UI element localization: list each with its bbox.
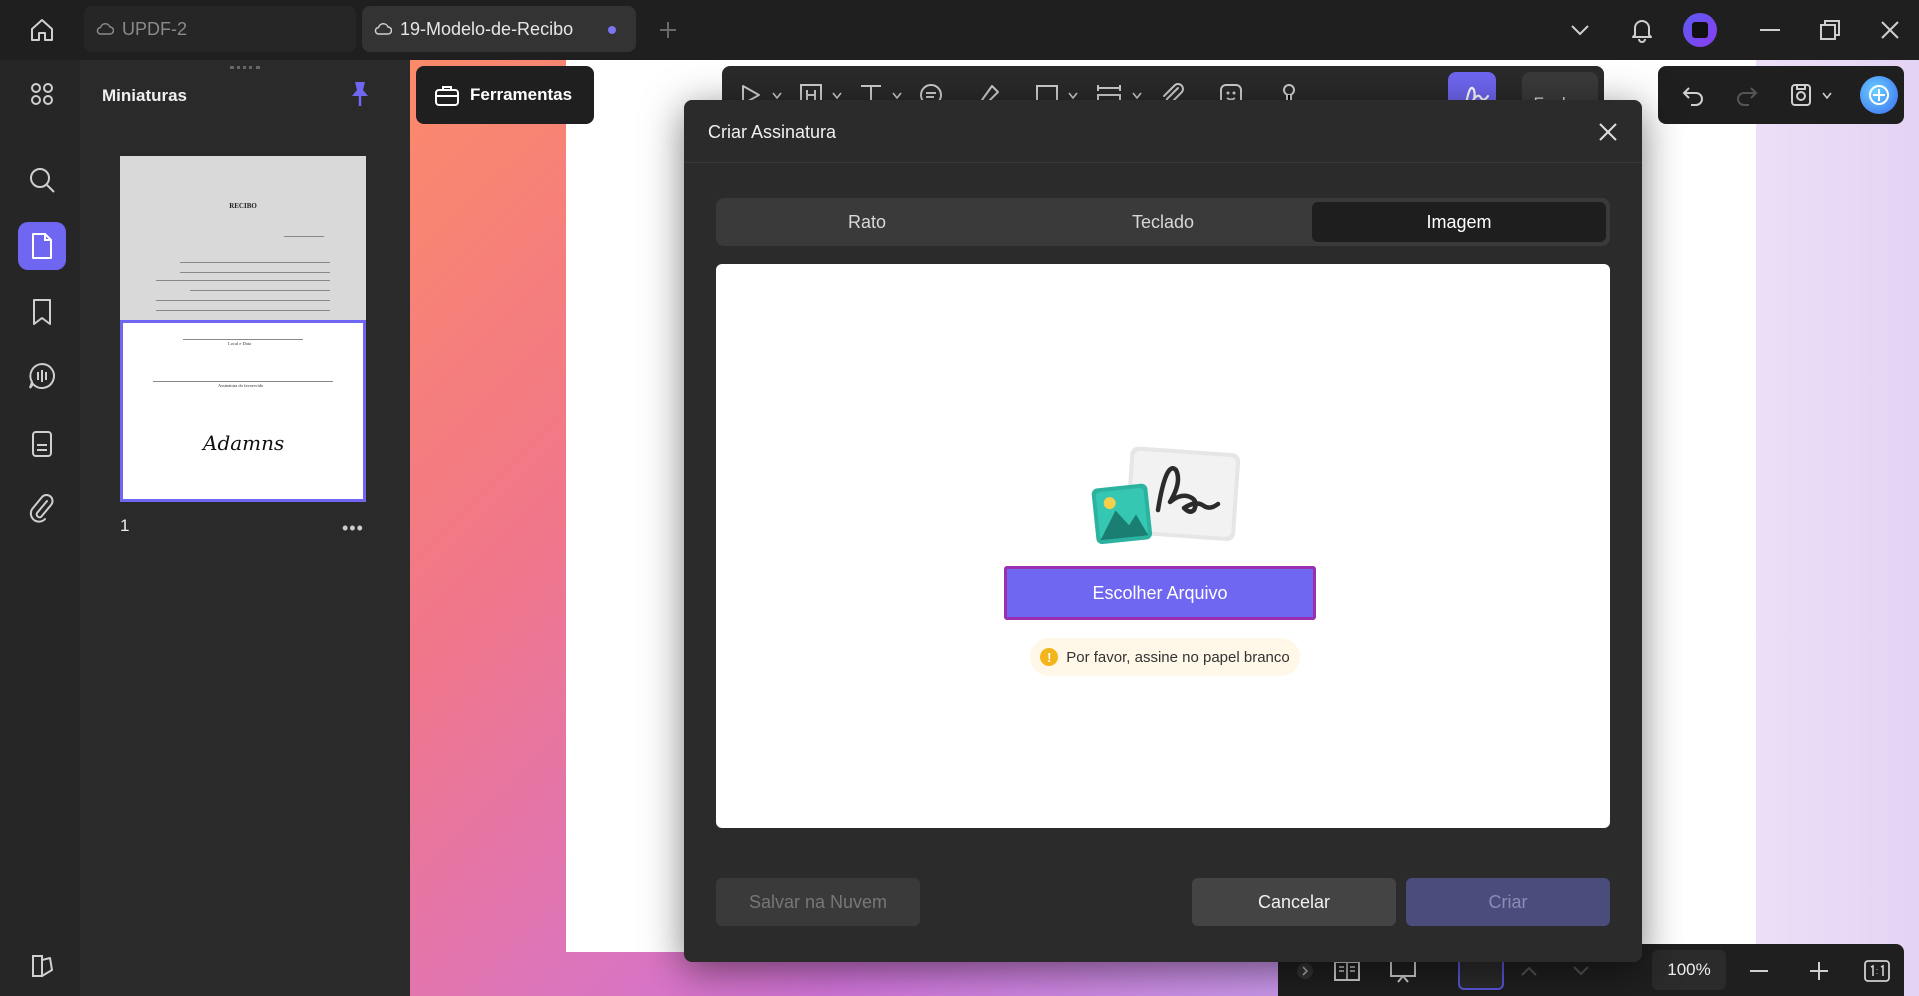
- minimize-icon[interactable]: [1752, 12, 1788, 48]
- dialog-title: Criar Assinatura: [708, 122, 837, 142]
- add-tab-icon[interactable]: [652, 14, 684, 46]
- cloud-icon: [96, 22, 114, 36]
- grid-icon[interactable]: [18, 70, 66, 118]
- create-button[interactable]: Criar: [1406, 878, 1610, 926]
- tab-modelo-recibo[interactable]: 19-Modelo-de-Recibo: [362, 6, 636, 52]
- tab-imagem[interactable]: Imagem: [1312, 202, 1606, 242]
- panel-grip[interactable]: [230, 66, 260, 70]
- canvas-right-area: [1756, 60, 1919, 996]
- actual-size-button[interactable]: [1862, 956, 1892, 986]
- thumbnail-title: RECIBO: [229, 202, 257, 210]
- zoom-in-icon[interactable]: [1804, 956, 1834, 986]
- thumbnail-line: [183, 339, 303, 340]
- zoom-value: 100%: [1667, 960, 1711, 979]
- cancel-button[interactable]: Cancelar: [1192, 878, 1396, 926]
- signature-mode-tabs: Rato Teclado Imagem: [716, 198, 1610, 246]
- undo-icon[interactable]: [1678, 80, 1708, 110]
- title-bar: UPDF-2 19-Modelo-de-Recibo: [0, 0, 1919, 60]
- warning-icon: !: [1040, 648, 1059, 666]
- thumbnail-line: [156, 300, 330, 301]
- home-icon[interactable]: [26, 14, 58, 46]
- hint-text: Por favor, assine no papel branco: [1066, 648, 1290, 666]
- tab-teclado[interactable]: Teclado: [1016, 202, 1310, 242]
- save-to-cloud-button[interactable]: Salvar na Nuvem: [716, 878, 920, 926]
- tab-label: 19-Modelo-de-Recibo: [400, 18, 574, 39]
- tab-label: UPDF-2: [122, 18, 188, 39]
- image-drop-area[interactable]: Escolher Arquivo ! Por favor, assine no …: [716, 264, 1610, 828]
- create-label: Criar: [1488, 891, 1528, 912]
- tab-rato[interactable]: Rato: [720, 202, 1014, 242]
- signature-image-illustration: [1086, 440, 1246, 560]
- tab-updf-2[interactable]: UPDF-2: [84, 6, 356, 52]
- panel-title: Miniaturas: [102, 86, 188, 105]
- pin-icon[interactable]: [348, 80, 372, 108]
- avatar[interactable]: [1682, 12, 1718, 48]
- thumbnail-line: [156, 280, 330, 281]
- tab-label: Teclado: [1131, 211, 1195, 232]
- left-rail: [0, 60, 80, 996]
- thumbnail-place-date: Local e Data: [228, 341, 251, 346]
- thumbnail-line: [180, 262, 330, 263]
- chevron-down-icon[interactable]: [1068, 92, 1078, 100]
- hint-banner: ! Por favor, assine no papel branco: [1030, 638, 1300, 676]
- save-icon[interactable]: [1786, 80, 1816, 110]
- bell-icon[interactable]: [1624, 12, 1660, 48]
- chevron-down-icon[interactable]: [1562, 12, 1598, 48]
- document-icon[interactable]: [18, 420, 66, 468]
- page-icon[interactable]: [18, 222, 66, 270]
- chevron-down-icon[interactable]: [1822, 92, 1832, 100]
- thumbnail-line: [180, 272, 330, 273]
- right-toolbar: [1658, 66, 1904, 124]
- tab-label: Rato: [847, 211, 887, 232]
- page-thumbnail[interactable]: RECIBO Local e Data Assinatura do favore…: [120, 156, 366, 502]
- cloud-icon: [374, 22, 392, 36]
- close-icon[interactable]: [1594, 118, 1622, 146]
- chevron-down-icon[interactable]: [832, 92, 842, 100]
- tab-label: Imagem: [1426, 211, 1492, 232]
- more-options-icon[interactable]: •••: [342, 518, 364, 539]
- thumbnails-panel: Miniaturas RECIBO Local e Data Assinatur…: [80, 60, 410, 996]
- thumbnail-line: [156, 310, 330, 311]
- divider: [684, 162, 1642, 163]
- choose-file-button[interactable]: Escolher Arquivo: [1004, 566, 1316, 620]
- comment-icon[interactable]: [18, 352, 66, 400]
- ai-assistant-icon[interactable]: [1860, 76, 1898, 114]
- choose-file-label: Escolher Arquivo: [1092, 582, 1228, 603]
- create-signature-dialog: Criar Assinatura Rato Teclado Imagem Esc…: [684, 100, 1642, 962]
- thumbnail-sign-line: Assinatura do favorecido: [218, 383, 264, 388]
- search-icon[interactable]: [18, 156, 66, 204]
- toolbox-icon: [434, 83, 460, 107]
- theme-icon[interactable]: [18, 942, 66, 990]
- restore-icon[interactable]: [1812, 12, 1848, 48]
- zoom-out-icon[interactable]: [1744, 956, 1774, 986]
- redo-icon[interactable]: [1732, 80, 1762, 110]
- chevron-down-icon[interactable]: [892, 92, 902, 100]
- chevron-down-icon[interactable]: [772, 92, 782, 100]
- chevron-down-icon[interactable]: [1132, 92, 1142, 100]
- save-to-cloud-label: Salvar na Nuvem: [748, 891, 888, 912]
- zoom-level[interactable]: 100%: [1652, 950, 1726, 990]
- paperclip-icon[interactable]: [18, 484, 66, 532]
- cancel-label: Cancelar: [1257, 891, 1331, 912]
- thumbnail-line: [153, 381, 333, 382]
- unsaved-dot: [608, 26, 616, 34]
- thumbnail-selected: Local e Data Assinatura do favorecido Ad…: [120, 320, 366, 502]
- thumbnail-signature: Adamns: [203, 431, 285, 455]
- page-number: 1: [120, 516, 130, 535]
- tools-label: Ferramentas: [470, 85, 573, 104]
- bookmark-icon[interactable]: [18, 288, 66, 336]
- tools-button[interactable]: Ferramentas: [416, 66, 594, 124]
- thumbnail-line: [190, 290, 330, 291]
- close-window-icon[interactable]: [1872, 12, 1908, 48]
- thumbnail-top: RECIBO: [120, 156, 366, 320]
- thumbnail-line: [284, 236, 324, 237]
